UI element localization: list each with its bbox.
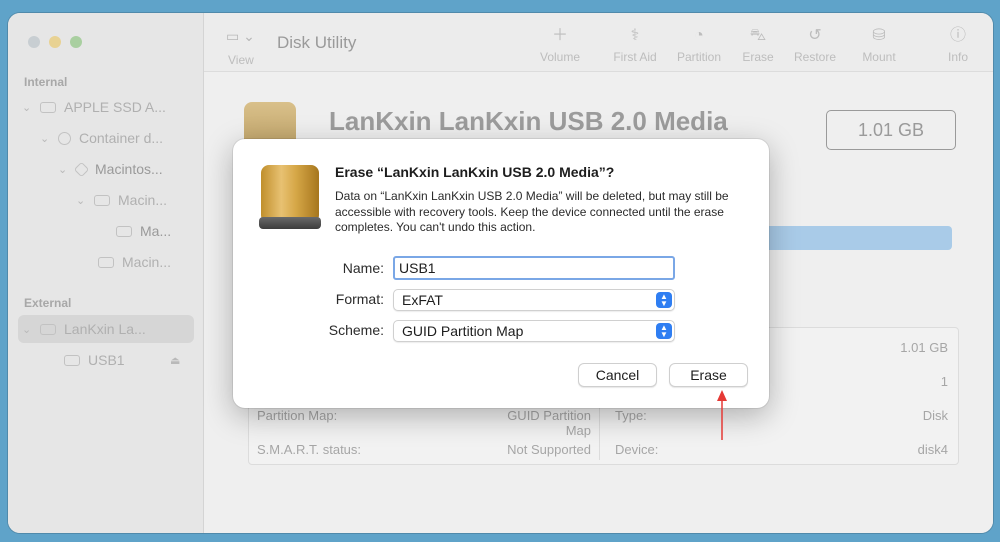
type-value: Disk bbox=[922, 408, 948, 423]
sidebar-item-usb1[interactable]: USB1 bbox=[64, 347, 125, 373]
info-icon: ⓘ bbox=[949, 27, 966, 44]
sidebar-section-internal: Internal bbox=[24, 75, 68, 89]
mount-button[interactable]: ⛁ Mount bbox=[849, 25, 909, 64]
sidebar-item-label: Container d... bbox=[79, 130, 164, 146]
sidebar-item-label: Macin... bbox=[122, 254, 172, 270]
chevron-down-icon[interactable]: ⌄ bbox=[40, 132, 50, 145]
volume-icon bbox=[94, 194, 110, 206]
erase-dialog: Erase “LanKxin LanKxin USB 2.0 Media”? D… bbox=[233, 139, 769, 408]
annotation-arrow-icon bbox=[717, 390, 727, 440]
name-input[interactable] bbox=[393, 256, 675, 280]
erase-button[interactable]: ⛍ Erase bbox=[728, 25, 788, 64]
info-capacity-value: 1.01 GB bbox=[900, 340, 948, 355]
partition-map-label: Partition Map: bbox=[257, 408, 338, 423]
volume-icon bbox=[64, 354, 80, 366]
drive-size-badge: 1.01 GB bbox=[826, 110, 956, 150]
erase-confirm-button[interactable]: Erase bbox=[669, 363, 748, 387]
sidebar-item-macin-1[interactable]: ⌄ Macin... bbox=[76, 187, 167, 213]
zoom-window-button[interactable] bbox=[70, 36, 82, 48]
sidebar-section-external: External bbox=[24, 296, 72, 310]
sidebar-toggle-icon[interactable]: ▭ ⌄ bbox=[226, 28, 255, 45]
chevron-down-icon[interactable]: ⌄ bbox=[22, 101, 32, 114]
sidebar-item-container[interactable]: ⌄ Container d... bbox=[40, 125, 163, 151]
name-label: Name: bbox=[342, 260, 384, 276]
plus-icon: ＋ bbox=[551, 27, 568, 44]
sidebar-item-label: USB1 bbox=[88, 352, 125, 368]
eject-icon[interactable]: ⏏ bbox=[170, 354, 180, 367]
type-label: Type: bbox=[615, 408, 647, 423]
dialog-message: Data on “LanKxin LanKxin USB 2.0 Media” … bbox=[335, 189, 729, 234]
scheme-select[interactable]: GUID Partition Map ▲ ▼ bbox=[393, 320, 675, 342]
toolbar: ▭ ⌄ View Disk Utility ＋ Volume ⚕ First A… bbox=[204, 13, 993, 72]
dialog-title: Erase “LanKxin LanKxin USB 2.0 Media”? bbox=[335, 164, 615, 180]
up-down-chevron-icon: ▲ ▼ bbox=[656, 323, 672, 339]
first-aid-button[interactable]: ⚕ First Aid bbox=[605, 25, 665, 64]
sidebar-item-label: APPLE SSD A... bbox=[64, 99, 166, 115]
sidebar-item-apple-ssd[interactable]: ⌄ APPLE SSD A... bbox=[22, 94, 166, 120]
sidebar-item-macin-2[interactable]: Macin... bbox=[98, 249, 171, 275]
sidebar-item-macintosh-volume-group[interactable]: ⌄ Macintos... bbox=[58, 156, 163, 182]
smart-status-label: S.M.A.R.T. status: bbox=[257, 442, 362, 457]
drive-title: LanKxin LanKxin USB 2.0 Media bbox=[329, 106, 728, 136]
volume-button[interactable]: ＋ Volume bbox=[530, 25, 590, 64]
restore-button[interactable]: ↺ Restore bbox=[785, 25, 845, 64]
volume-group-icon bbox=[73, 161, 90, 177]
cancel-button[interactable]: Cancel bbox=[578, 363, 657, 387]
scheme-label: Scheme: bbox=[328, 322, 384, 338]
minimize-window-button[interactable] bbox=[49, 36, 61, 48]
volume-icon bbox=[98, 256, 114, 268]
usage-bar bbox=[764, 226, 952, 250]
sidebar-item-ma[interactable]: Ma... bbox=[116, 218, 171, 244]
sidebar: Internal ⌄ APPLE SSD A... ⌄ Container d.… bbox=[8, 13, 204, 533]
restore-icon: ↺ bbox=[808, 27, 822, 44]
scheme-value: GUID Partition Map bbox=[402, 323, 524, 339]
external-drive-icon bbox=[259, 165, 321, 231]
partition-button[interactable]: ◔ Partition bbox=[669, 25, 729, 64]
device-value: disk4 bbox=[917, 442, 948, 457]
partition-map-value: GUID Partition Map bbox=[507, 408, 591, 438]
up-down-chevron-icon: ▲ ▼ bbox=[656, 292, 672, 308]
chevron-down-icon[interactable]: ⌄ bbox=[58, 163, 68, 176]
pie-icon: ◔ bbox=[694, 27, 704, 44]
container-icon bbox=[58, 131, 71, 145]
mount-icon: ⛁ bbox=[872, 27, 886, 44]
format-value: ExFAT bbox=[402, 292, 443, 308]
window-controls bbox=[28, 36, 82, 48]
app-title: Disk Utility bbox=[277, 33, 357, 52]
car-icon: ⛍ bbox=[749, 27, 767, 44]
sidebar-item-label: Ma... bbox=[140, 223, 172, 239]
sidebar-item-label: Macintos... bbox=[95, 161, 163, 177]
external-disk-icon bbox=[40, 323, 56, 335]
internal-disk-icon bbox=[40, 101, 56, 113]
device-label: Device: bbox=[615, 442, 659, 457]
info-button[interactable]: ⓘ Info bbox=[928, 25, 988, 64]
format-select[interactable]: ExFAT ▲ ▼ bbox=[393, 289, 675, 311]
smart-status-value: Not Supported bbox=[507, 442, 591, 457]
chevron-down-icon[interactable]: ⌄ bbox=[22, 323, 32, 336]
stethoscope-icon: ⚕ bbox=[630, 27, 640, 44]
view-label: View bbox=[228, 53, 254, 67]
sidebar-item-label: LanKxin La... bbox=[64, 321, 146, 337]
sidebar-item-label: Macin... bbox=[118, 192, 168, 208]
chevron-down-icon[interactable]: ⌄ bbox=[76, 194, 86, 207]
close-window-button[interactable] bbox=[28, 36, 40, 48]
sidebar-item-lankxin[interactable]: ⌄ LanKxin La... bbox=[18, 315, 194, 343]
info-child-count-value: 1 bbox=[940, 374, 948, 389]
format-label: Format: bbox=[335, 291, 384, 307]
volume-icon bbox=[116, 225, 132, 237]
